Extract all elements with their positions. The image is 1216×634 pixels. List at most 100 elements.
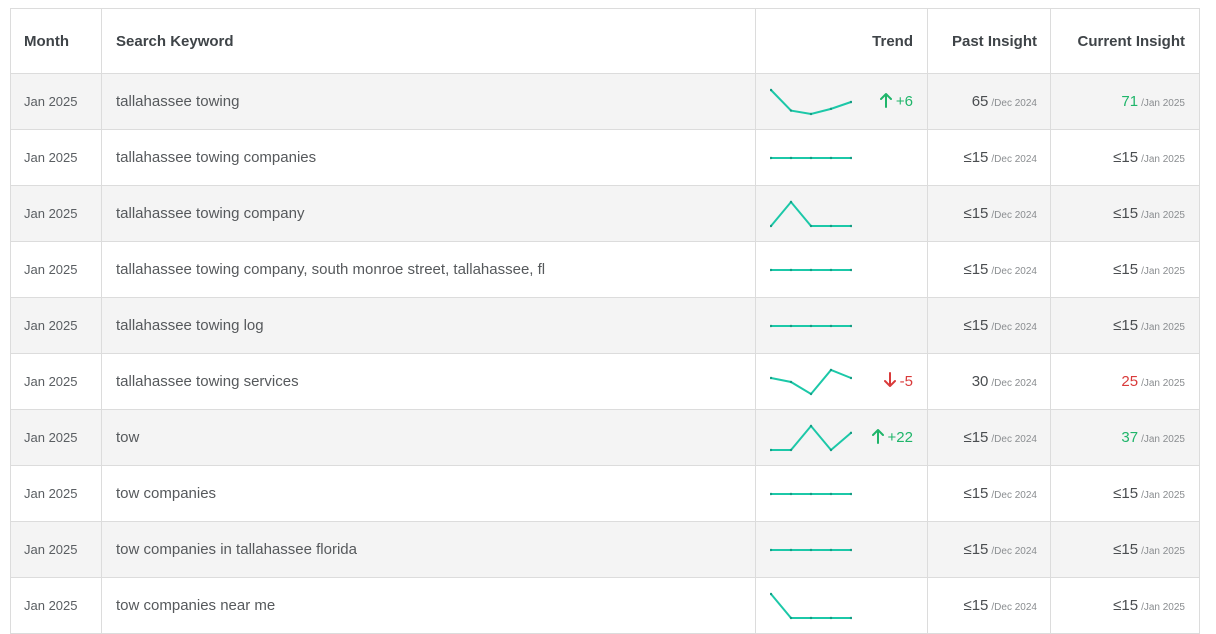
current-insight-value: ≤15	[1113, 317, 1139, 334]
month-cell: Jan 2025	[10, 577, 102, 634]
current-insight-cell: ≤15/Jan 2025	[1050, 577, 1200, 634]
table-row[interactable]: Jan 2025 tallahassee towing company ≤15/…	[10, 185, 1200, 242]
current-insight-period: /Jan 2025	[1141, 210, 1185, 221]
column-header-trend[interactable]: Trend	[755, 8, 928, 74]
table-row[interactable]: Jan 2025 tallahassee towing services -5 …	[10, 353, 1200, 410]
sparkline-point	[829, 324, 833, 327]
table-row[interactable]: Jan 2025 tallahassee towing companies ≤1…	[10, 129, 1200, 186]
sparkline-point	[789, 380, 793, 383]
keyword-value[interactable]: tow	[116, 429, 139, 446]
past-insight-value: ≤15	[963, 541, 989, 558]
month-value: Jan 2025	[24, 374, 78, 389]
trend-cell: -5	[755, 353, 928, 410]
past-insight-period: /Dec 2024	[991, 154, 1037, 165]
past-insight-period: /Dec 2024	[991, 546, 1037, 557]
keyword-cell: tow companies	[101, 465, 756, 522]
past-insight-cell: ≤15/Dec 2024	[927, 297, 1051, 354]
sparkline-path	[770, 592, 851, 619]
table-header-row: Month Search Keyword Trend Past Insight …	[10, 8, 1200, 74]
keyword-value[interactable]: tow companies in tallahassee florida	[116, 541, 357, 558]
month-cell: Jan 2025	[10, 241, 102, 298]
trend-sparkline	[770, 324, 852, 327]
sparkline-point	[829, 268, 833, 271]
past-insight-value: ≤15	[963, 429, 989, 446]
month-value: Jan 2025	[24, 206, 78, 221]
current-insight-value: 25	[1121, 373, 1139, 390]
trend-delta: -5	[883, 371, 913, 392]
keyword-cell: tallahassee towing services	[101, 353, 756, 410]
sparkline-point	[809, 224, 813, 227]
trend-cell	[755, 577, 928, 634]
delta-value: -5	[899, 373, 913, 390]
table-row[interactable]: Jan 2025 tow +22 ≤15/Dec 2024 37/Jan 202…	[10, 409, 1200, 466]
trend-cell: +6	[755, 73, 928, 130]
month-cell: Jan 2025	[10, 73, 102, 130]
keyword-value[interactable]: tallahassee towing company, south monroe…	[116, 261, 545, 278]
month-value: Jan 2025	[24, 598, 78, 613]
keyword-cell: tallahassee towing log	[101, 297, 756, 354]
sparkline-point	[829, 224, 833, 227]
past-insight-period: /Dec 2024	[991, 322, 1037, 333]
trend-sparkline	[770, 423, 852, 451]
table-row[interactable]: Jan 2025 tallahassee towing log ≤15/Dec …	[10, 297, 1200, 354]
keyword-value[interactable]: tallahassee towing	[116, 93, 239, 110]
table-row[interactable]: Jan 2025 tow companies in tallahassee fl…	[10, 521, 1200, 578]
sparkline-point	[789, 448, 793, 451]
past-insight-period: /Dec 2024	[991, 434, 1037, 445]
current-insight-period: /Jan 2025	[1141, 266, 1185, 277]
keyword-value[interactable]: tallahassee towing log	[116, 317, 264, 334]
trend-cell	[755, 521, 928, 578]
sparkline-point	[829, 107, 833, 110]
sparkline-path	[770, 88, 852, 115]
current-insight-cell: 37/Jan 2025	[1050, 409, 1200, 466]
current-insight-cell: ≤15/Jan 2025	[1050, 129, 1200, 186]
current-insight-period: /Jan 2025	[1141, 98, 1185, 109]
past-insight-cell: ≤15/Dec 2024	[927, 241, 1051, 298]
current-insight-period: /Jan 2025	[1141, 378, 1185, 389]
trend-cell	[755, 185, 928, 242]
column-header-keyword[interactable]: Search Keyword	[101, 8, 756, 74]
table-row[interactable]: Jan 2025 tow companies ≤15/Dec 2024 ≤15/…	[10, 465, 1200, 522]
current-insight-period: /Jan 2025	[1141, 434, 1185, 445]
keyword-value[interactable]: tow companies	[116, 485, 216, 502]
keyword-value[interactable]: tallahassee towing company	[116, 205, 304, 222]
current-insight-cell: ≤15/Jan 2025	[1050, 297, 1200, 354]
past-insight-cell: ≤15/Dec 2024	[927, 185, 1051, 242]
past-insight-period: /Dec 2024	[991, 378, 1037, 389]
month-cell: Jan 2025	[10, 353, 102, 410]
table-row[interactable]: Jan 2025 tow companies near me ≤15/Dec 2…	[10, 577, 1200, 634]
table-row[interactable]: Jan 2025 tallahassee towing +6 65/Dec 20…	[10, 73, 1200, 130]
sparkline-point	[789, 616, 793, 619]
past-insight-cell: 65/Dec 2024	[927, 73, 1051, 130]
keyword-cell: tallahassee towing company	[101, 185, 756, 242]
past-insight-period: /Dec 2024	[991, 98, 1037, 109]
column-header-month[interactable]: Month	[10, 8, 102, 74]
sparkline-point	[789, 108, 793, 112]
sparkline-point	[789, 200, 793, 203]
month-cell: Jan 2025	[10, 129, 102, 186]
sparkline-point	[789, 548, 793, 551]
table-row[interactable]: Jan 2025 tallahassee towing company, sou…	[10, 241, 1200, 298]
trend-sparkline	[770, 88, 852, 115]
past-insight-value: 30	[971, 373, 989, 390]
past-insight-value: ≤15	[963, 317, 989, 334]
trend-cell	[755, 129, 928, 186]
sparkline-point	[809, 492, 813, 495]
sparkline-point	[789, 492, 793, 495]
sparkline-point	[789, 268, 793, 271]
month-cell: Jan 2025	[10, 521, 102, 578]
sparkline-path	[770, 199, 851, 227]
keyword-value[interactable]: tallahassee towing companies	[116, 149, 316, 166]
past-insight-cell: 30/Dec 2024	[927, 353, 1051, 410]
column-header-current-insight[interactable]: Current Insight	[1050, 8, 1200, 74]
sparkline-point	[809, 392, 813, 395]
past-insight-cell: ≤15/Dec 2024	[927, 409, 1051, 466]
keyword-value[interactable]: tow companies near me	[116, 597, 275, 614]
sparkline-point	[809, 112, 813, 115]
keyword-value[interactable]: tallahassee towing services	[116, 373, 299, 390]
keyword-cell: tow companies near me	[101, 577, 756, 634]
trend-sparkline	[770, 268, 852, 271]
column-header-past-insight[interactable]: Past Insight	[927, 8, 1051, 74]
sparkline-point	[829, 616, 833, 619]
sparkline-point	[829, 548, 833, 551]
